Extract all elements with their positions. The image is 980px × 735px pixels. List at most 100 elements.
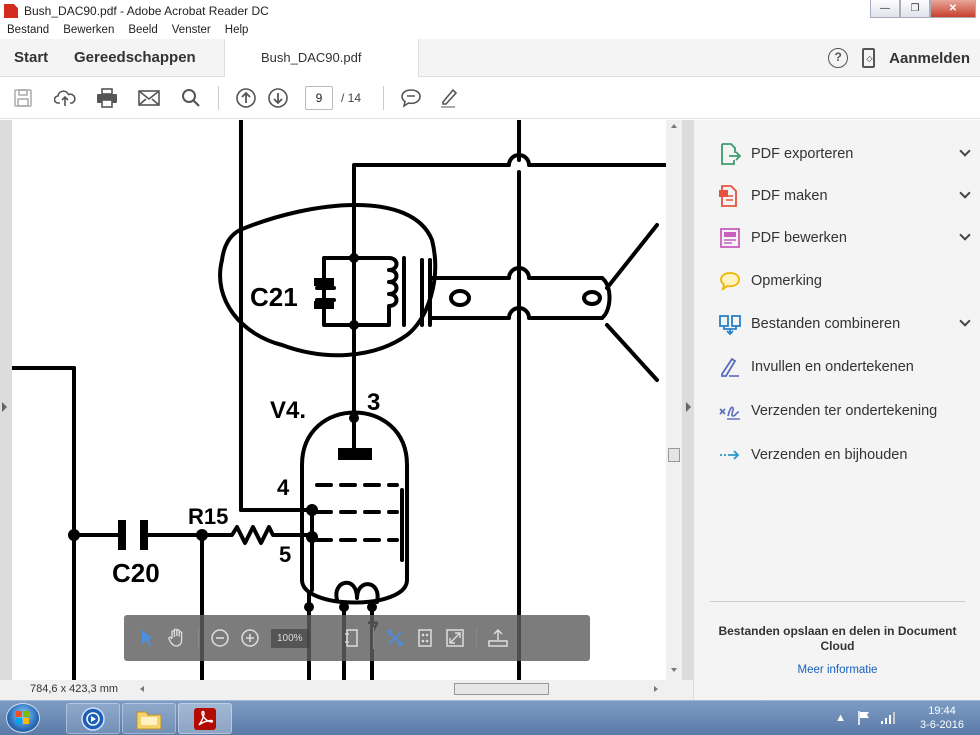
label-pin4: 4: [277, 475, 290, 500]
highlight-pen-icon[interactable]: [428, 82, 470, 114]
zoom-out-icon[interactable]: [205, 623, 235, 653]
search-icon[interactable]: [170, 82, 212, 114]
circuit-diagram: C21 V4. 3 4 5 R15 C20 7: [12, 120, 666, 680]
select-cursor-icon[interactable]: [132, 623, 162, 653]
menu-beeld[interactable]: Beeld: [121, 22, 164, 39]
page-dimensions: 784,6 x 423,3 mm: [30, 683, 119, 695]
start-button[interactable]: [6, 703, 40, 733]
windows-taskbar: ▲ 19:44 3-6-2016: [0, 700, 980, 735]
comment-icon[interactable]: [390, 82, 432, 114]
tab-start[interactable]: Start: [14, 39, 48, 77]
full-screen-icon[interactable]: [440, 623, 470, 653]
chevron-down-icon[interactable]: [959, 315, 971, 327]
export-pdf-icon: [719, 143, 742, 165]
tool-send-track[interactable]: Verzenden en bijhouden: [719, 440, 969, 470]
send-for-signature-icon: [719, 400, 741, 422]
tool-label: Verzenden en bijhouden: [751, 447, 908, 463]
tool-combine-files[interactable]: Bestanden combineren: [719, 309, 971, 339]
tool-comment[interactable]: Opmerking: [719, 266, 969, 296]
label-v4: V4.: [270, 397, 306, 424]
floating-divider: [198, 627, 199, 649]
sign-in-button[interactable]: Aanmelden: [889, 50, 970, 67]
restore-button[interactable]: ❐: [900, 0, 930, 18]
document-cloud-promo: Bestanden opslaan en delen in Document C…: [710, 601, 965, 676]
cloud-promo-text: Bestanden opslaan en delen in Document C…: [718, 624, 957, 653]
fit-width-icon[interactable]: [410, 623, 440, 653]
label-c20: C20: [112, 558, 160, 588]
help-icon[interactable]: ?: [828, 48, 849, 68]
floating-divider: [372, 627, 374, 649]
menu-bestand[interactable]: Bestand: [0, 22, 56, 39]
tab-tools[interactable]: Gereedschappen: [74, 39, 196, 77]
toolbar-divider: [383, 85, 385, 110]
chevron-down-icon[interactable]: [959, 229, 971, 241]
chevron-down-icon[interactable]: [959, 187, 971, 199]
menu-venster[interactable]: Venster: [165, 22, 218, 39]
zoom-level[interactable]: 100%: [271, 628, 309, 648]
create-pdf-icon: [719, 185, 741, 207]
horizontal-scrollbar[interactable]: [134, 680, 664, 698]
tray-expand-icon[interactable]: ▲: [835, 712, 846, 724]
media-player-icon: [81, 706, 105, 731]
window-title: Bush_DAC90.pdf - Adobe Acrobat Reader DC: [24, 4, 269, 18]
taskbar-explorer[interactable]: [122, 703, 176, 734]
minimize-button[interactable]: —: [870, 0, 900, 18]
taskbar-acrobat[interactable]: [178, 703, 232, 734]
document-area[interactable]: C21 V4. 3 4 5 R15 C20 7 100%: [0, 120, 693, 700]
taskbar-media-player[interactable]: [66, 703, 120, 734]
fill-sign-icon: [719, 356, 741, 378]
next-page-icon[interactable]: [257, 82, 299, 114]
share-upload-icon[interactable]: [483, 623, 513, 653]
tool-fill-sign[interactable]: Invullen en ondertekenen: [719, 352, 969, 382]
tool-label: PDF maken: [751, 188, 828, 204]
chevron-down-icon[interactable]: [959, 145, 971, 157]
right-panel-toggle-icon[interactable]: [686, 402, 691, 412]
vertical-scroll-thumb[interactable]: [668, 448, 680, 462]
comment-icon: [719, 270, 741, 292]
vertical-scrollbar[interactable]: [666, 120, 682, 680]
tool-send-for-signature[interactable]: Verzenden ter ondertekening: [719, 396, 969, 426]
menu-help[interactable]: Help: [218, 22, 256, 39]
tools-pane: PDF exporteren PDF maken PDF bewerken Op…: [686, 120, 980, 700]
hand-tool-icon[interactable]: [162, 623, 192, 653]
mobile-link-icon[interactable]: [862, 48, 876, 68]
horizontal-scroll-thumb[interactable]: [454, 683, 549, 695]
save-icon[interactable]: [2, 82, 44, 114]
system-tray: ▲ 19:44 3-6-2016: [835, 703, 972, 733]
floating-page-toolbar: 100%: [124, 615, 590, 661]
tab-document[interactable]: Bush_DAC90.pdf: [224, 39, 419, 78]
acrobat-icon: [194, 707, 216, 730]
floating-divider: [475, 627, 477, 649]
tool-label: PDF exporteren: [751, 146, 854, 162]
edit-pdf-icon: [719, 227, 741, 249]
print-icon[interactable]: [86, 82, 128, 114]
close-button[interactable]: ✕: [930, 0, 976, 18]
rotate-icon[interactable]: [380, 623, 410, 653]
clock-date: 3-6-2016: [919, 719, 965, 731]
left-panel-toggle-icon[interactable]: [2, 402, 7, 412]
clock[interactable]: 19:44 3-6-2016: [912, 704, 972, 732]
document-tab-label: Bush_DAC90.pdf: [261, 50, 362, 65]
page-number-input[interactable]: 9: [305, 85, 333, 110]
tool-create-pdf[interactable]: PDF maken: [719, 181, 971, 211]
tool-label: Verzenden ter ondertekening: [751, 403, 938, 419]
combine-files-icon: [719, 313, 741, 336]
fit-page-icon[interactable]: [337, 623, 367, 653]
tool-export-pdf[interactable]: PDF exporteren: [719, 139, 971, 169]
tool-edit-pdf[interactable]: PDF bewerken: [719, 223, 971, 253]
email-icon[interactable]: [128, 82, 170, 114]
window-controls: — ❐ ✕: [870, 0, 976, 18]
label-c21: C21: [250, 282, 298, 312]
action-center-flag-icon[interactable]: [856, 710, 872, 726]
more-info-link[interactable]: Meer informatie: [710, 664, 965, 676]
toolbar-divider: [218, 85, 219, 110]
main-toolbar: 9 / 14: [0, 77, 980, 119]
label-pin5: 5: [279, 542, 291, 567]
network-signal-icon[interactable]: [880, 711, 896, 725]
pdf-page[interactable]: C21 V4. 3 4 5 R15 C20 7: [12, 120, 666, 680]
folder-icon: [136, 711, 162, 729]
upload-cloud-icon[interactable]: [44, 82, 86, 114]
menu-bewerken[interactable]: Bewerken: [56, 22, 121, 39]
zoom-in-icon[interactable]: [235, 623, 265, 653]
tab-bar: Start Gereedschappen Bush_DAC90.pdf ? Aa…: [0, 39, 980, 78]
